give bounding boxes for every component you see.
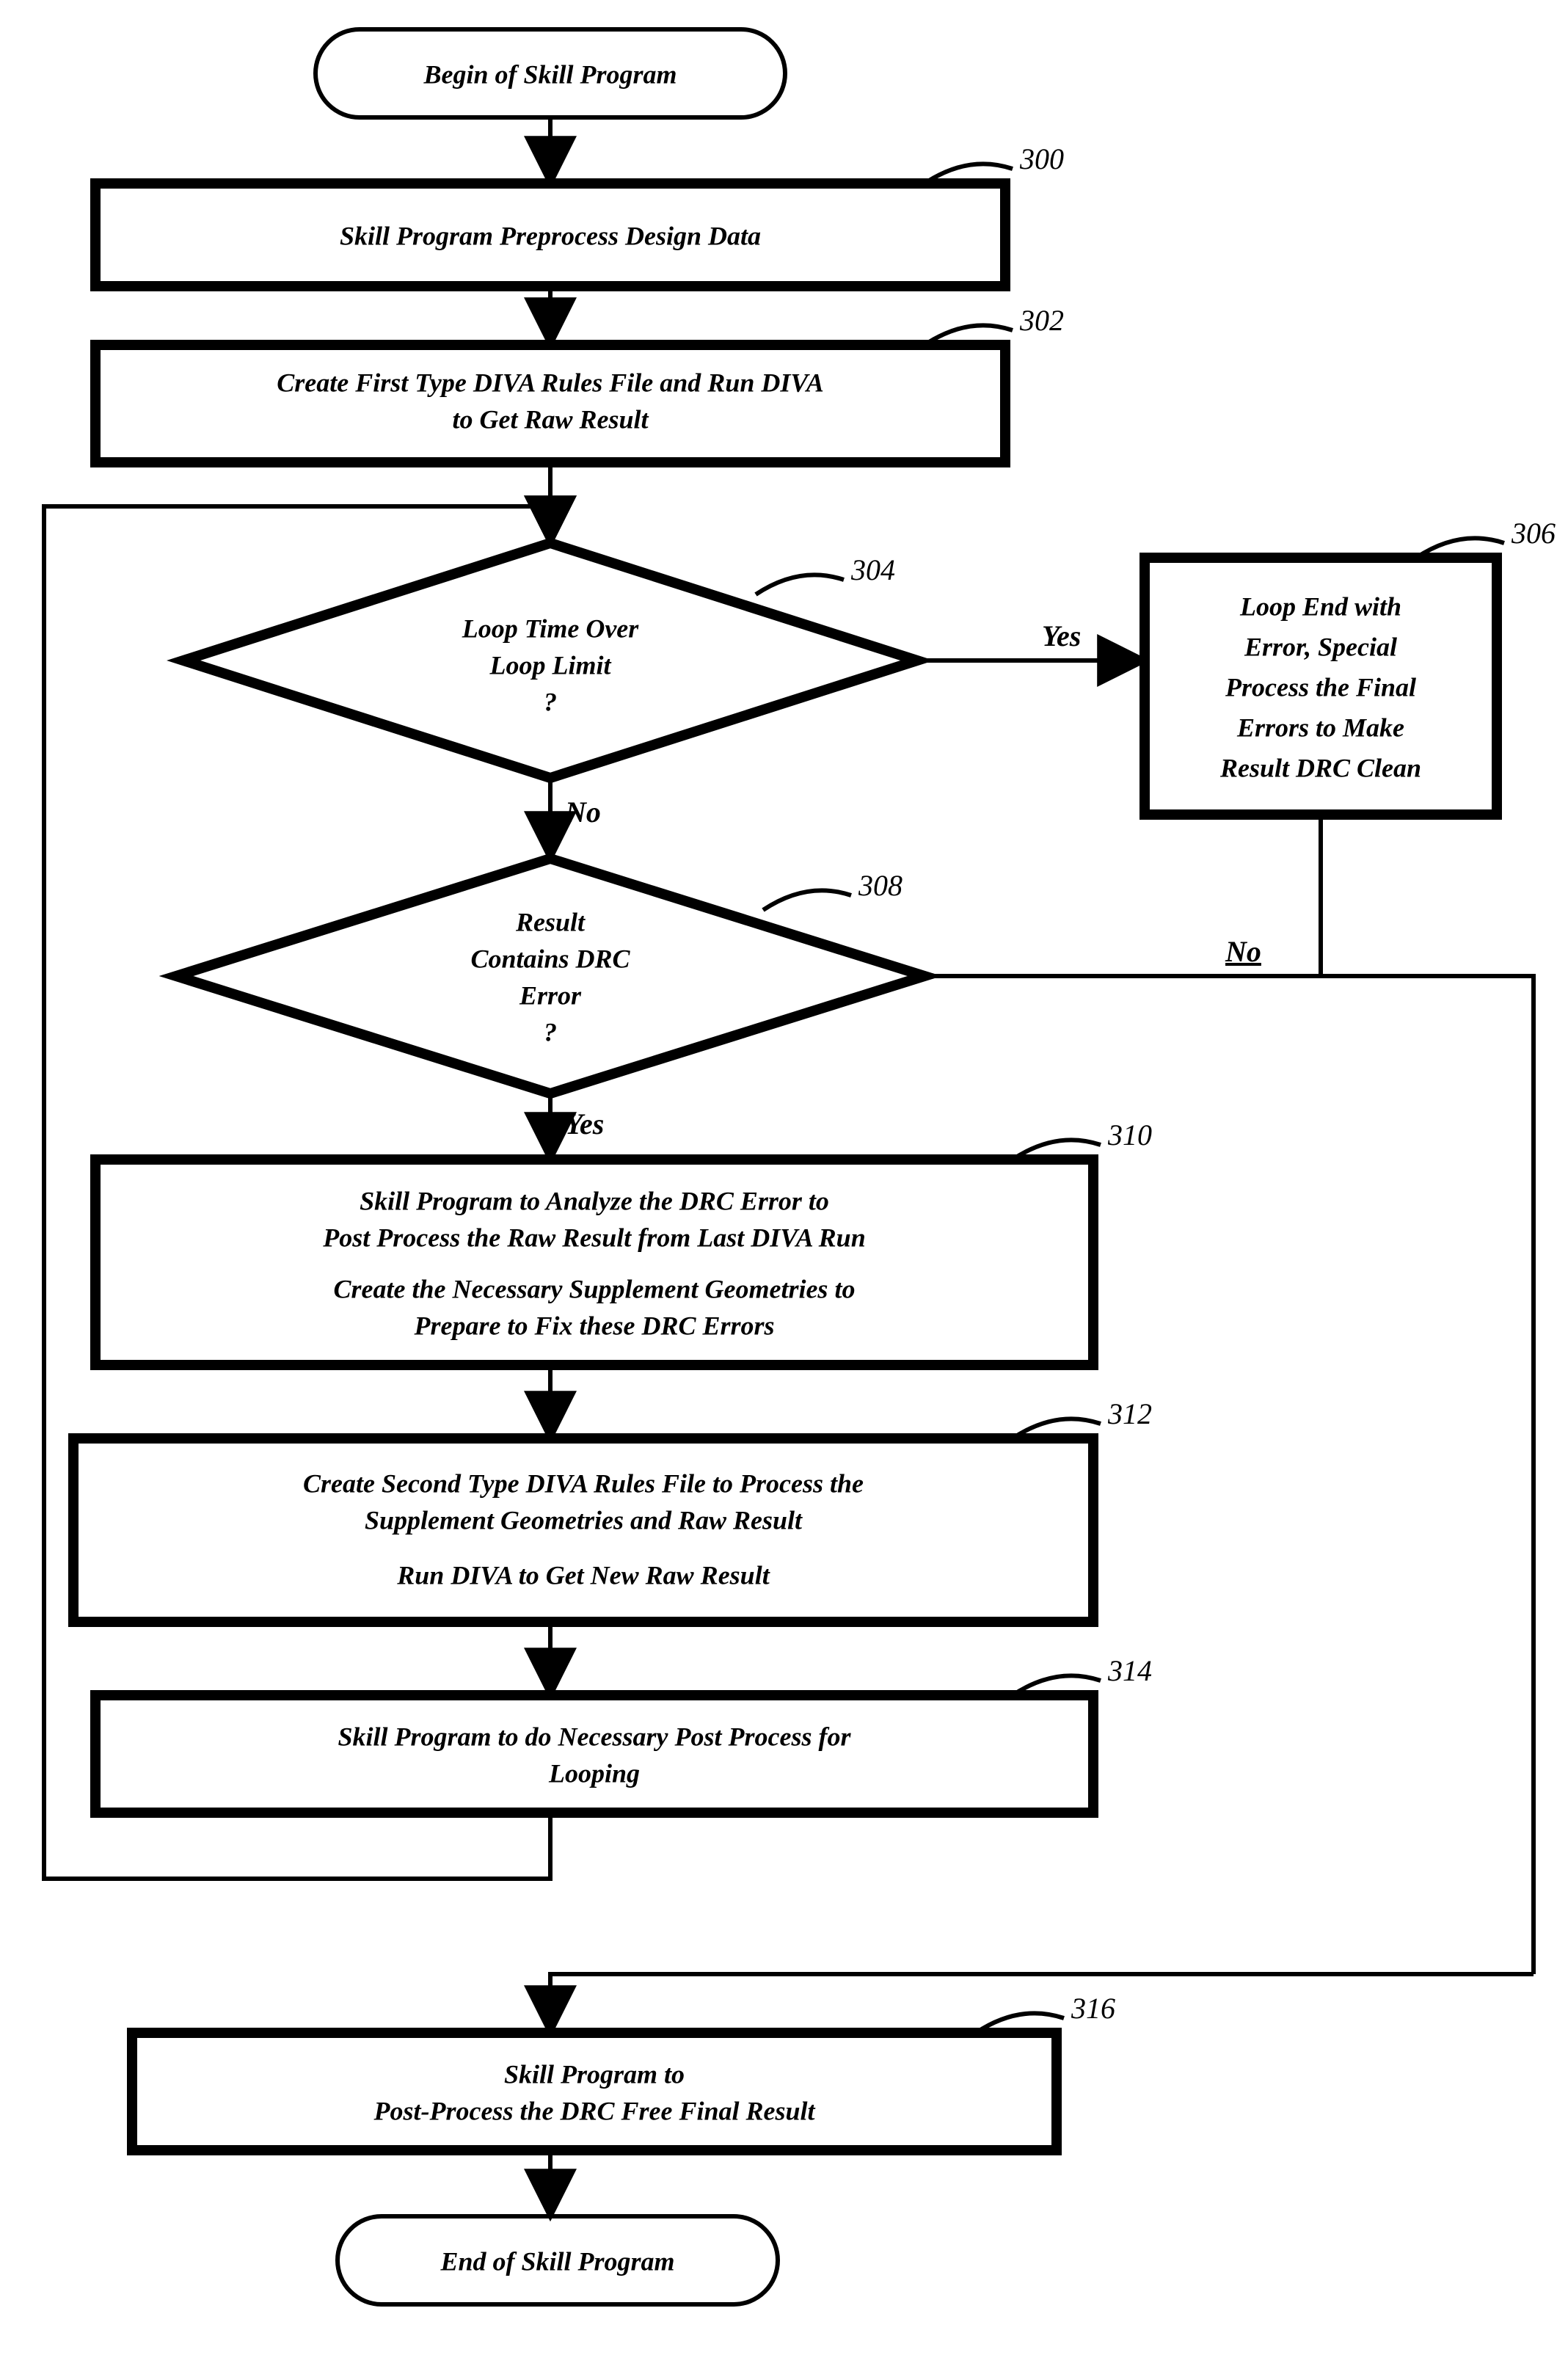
n308-l4: ? (544, 1017, 557, 1047)
n312-l1: Create Second Type DIVA Rules File to Pr… (303, 1468, 864, 1498)
n312-l3: Run DIVA to Get New Raw Result (396, 1560, 770, 1590)
n310-ref: 310 (1107, 1118, 1152, 1151)
process-310: Skill Program to Analyze the DRC Error t… (95, 1118, 1152, 1365)
n306-l2: Error, Special (1244, 632, 1397, 661)
process-312: Create Second Type DIVA Rules File to Pr… (73, 1397, 1152, 1622)
n310-l4: Prepare to Fix these DRC Errors (413, 1311, 774, 1340)
label-308-no: No (1225, 935, 1261, 968)
n316-l2: Post-Process the DRC Free Final Result (373, 2096, 815, 2125)
n314-l2: Looping (548, 1758, 640, 1788)
n302-l1: Create First Type DIVA Rules File and Ru… (277, 368, 823, 397)
n306-l3: Process the Final (1225, 672, 1416, 702)
ref-leader-304 (756, 575, 844, 594)
n306-l1: Loop End with (1239, 592, 1401, 621)
n306-l5: Result DRC Clean (1219, 753, 1421, 782)
n302-ref: 302 (1019, 304, 1064, 337)
ref-leader-308 (763, 890, 851, 910)
n304-ref: 304 (850, 553, 895, 586)
n308-l1: Result (515, 907, 586, 936)
terminator-end: End of Skill Program (338, 2216, 778, 2304)
n304-l1: Loop Time Over (462, 614, 640, 643)
n310-l3: Create the Necessary Supplement Geometri… (334, 1274, 856, 1303)
n316-l1: Skill Program to (504, 2059, 685, 2089)
n312-l2: Supplement Geometries and Raw Result (365, 1505, 803, 1535)
n312-ref: 312 (1107, 1397, 1152, 1430)
n308-ref: 308 (858, 869, 902, 902)
end-label: End of Skill Program (440, 2246, 674, 2276)
edge-308-no (925, 976, 1534, 1974)
terminator-begin: Begin of Skill Program (316, 29, 785, 117)
process-306: Loop End with Error, Special Process the… (1145, 517, 1556, 815)
process-314: Skill Program to do Necessary Post Proce… (95, 1654, 1152, 1813)
begin-label: Begin of Skill Program (423, 59, 677, 89)
n310-l1: Skill Program to Analyze the DRC Error t… (360, 1186, 829, 1215)
decision-308: Result Contains DRC Error ? 308 (176, 859, 925, 1093)
n308-l2: Contains DRC (470, 944, 630, 973)
label-308-yes: Yes (565, 1107, 604, 1140)
process-300: Skill Program Preprocess Design Data 300 (95, 142, 1064, 286)
n300-ref: 300 (1019, 142, 1064, 175)
flowchart-diagram: Begin of Skill Program Skill Program Pre… (0, 0, 1568, 2355)
n304-l3: ? (544, 687, 557, 716)
edge-merge-316 (550, 1974, 1534, 2033)
n316-ref: 316 (1071, 1992, 1115, 2025)
n306-l4: Errors to Make (1236, 713, 1404, 742)
process-316: Skill Program to Post-Process the DRC Fr… (132, 1992, 1115, 2150)
n314-ref: 314 (1107, 1654, 1152, 1687)
decision-304: Loop Time Over Loop Limit ? 304 (183, 543, 917, 778)
label-304-yes: Yes (1042, 619, 1081, 652)
n302-l2: to Get Raw Result (452, 404, 649, 434)
n300-text: Skill Program Preprocess Design Data (340, 221, 761, 250)
n308-l3: Error (519, 980, 582, 1010)
n306-ref: 306 (1511, 517, 1556, 550)
n314-l1: Skill Program to do Necessary Post Proce… (338, 1722, 852, 1751)
label-304-no: No (564, 796, 601, 829)
n304-l2: Loop Limit (489, 650, 612, 680)
n310-l2: Post Process the Raw Result from Last DI… (322, 1223, 865, 1252)
process-302: Create First Type DIVA Rules File and Ru… (95, 304, 1064, 462)
